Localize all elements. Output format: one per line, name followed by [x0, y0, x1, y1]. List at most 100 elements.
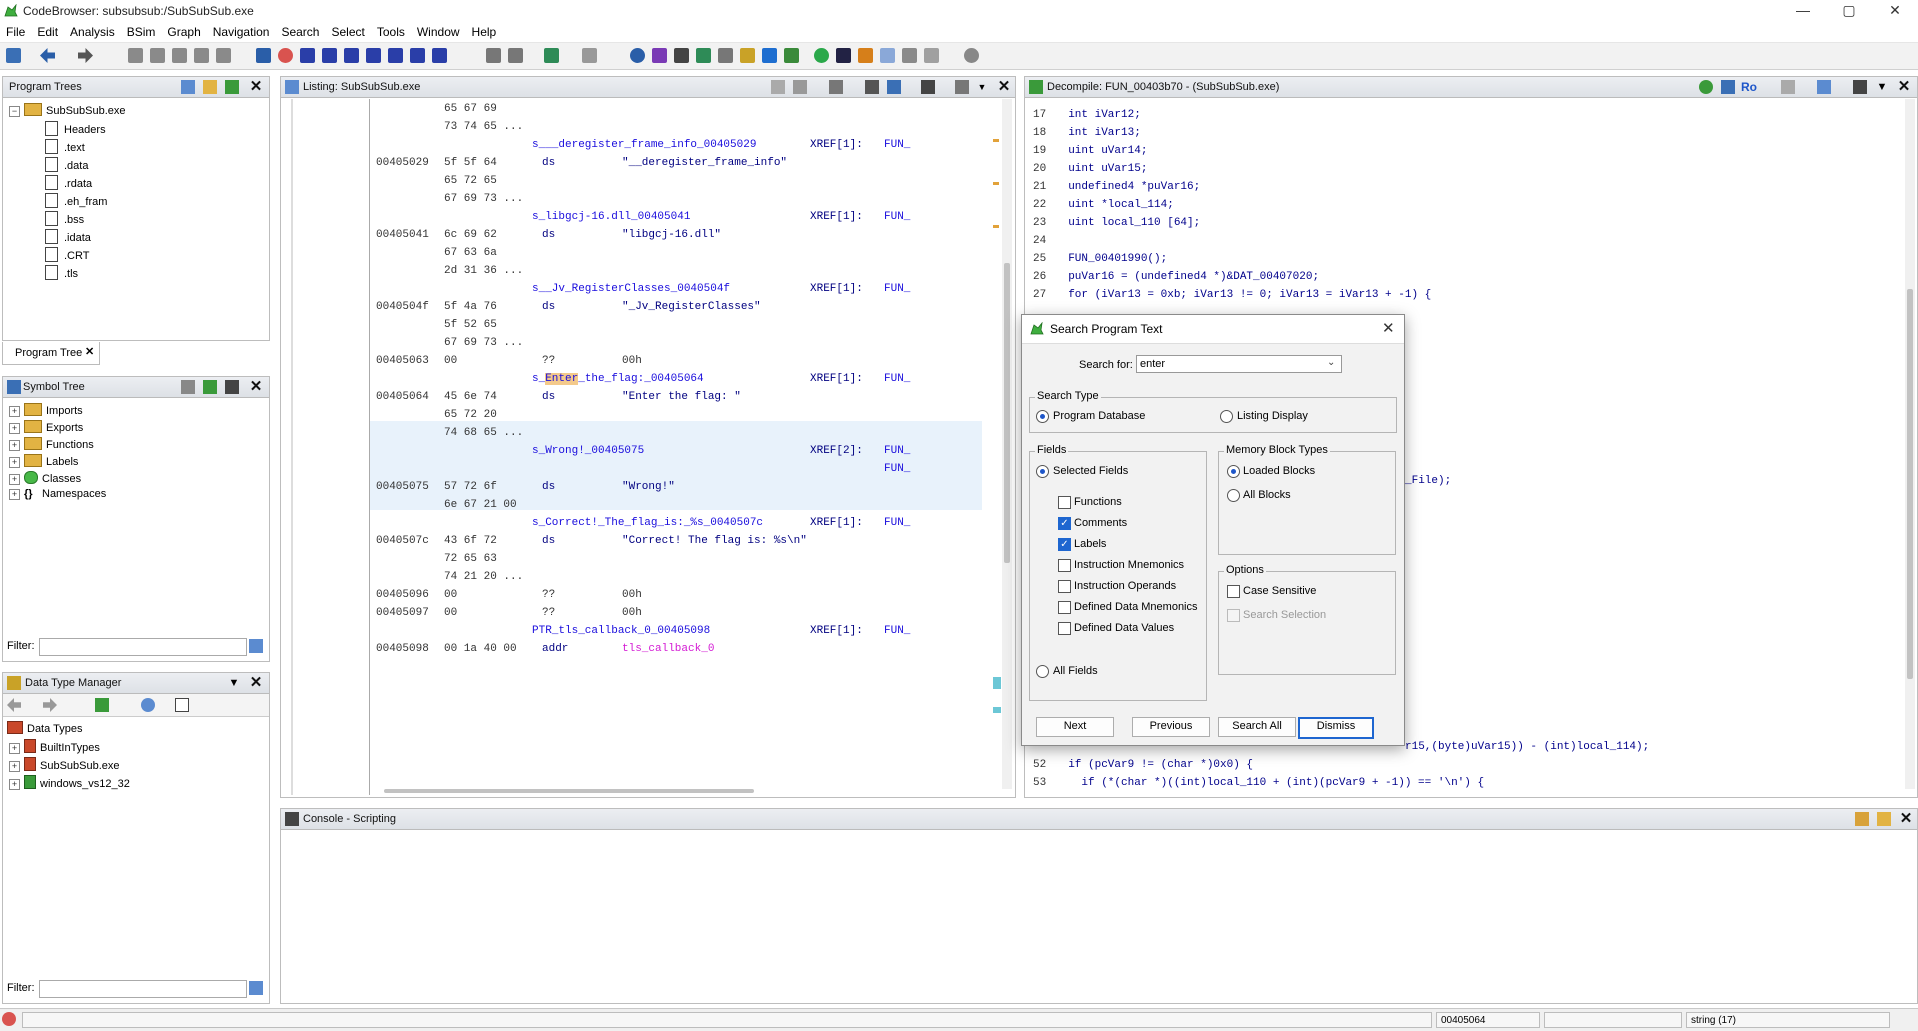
decompile-line[interactable]: 26 puVar16 = (undefined4 *)&DAT_00407020…: [1025, 271, 1885, 286]
graph-icon[interactable]: [1721, 80, 1735, 94]
menu-search[interactable]: Search: [275, 22, 325, 39]
symbol-classes[interactable]: + Classes: [9, 471, 81, 489]
close-icon[interactable]: ✕: [1897, 79, 1911, 94]
filter-options-icon[interactable]: [249, 639, 263, 653]
radio-all-blocks[interactable]: [1227, 489, 1240, 502]
open-folder-icon[interactable]: [203, 80, 217, 94]
symbol-functions[interactable]: + Functions: [9, 437, 94, 455]
d-icon[interactable]: [322, 48, 337, 63]
dtm-builtin[interactable]: + BuiltInTypes: [9, 739, 100, 757]
close-icon[interactable]: ✕: [249, 379, 263, 394]
diff-icon[interactable]: [887, 80, 901, 94]
symbol-exports[interactable]: + Exports: [9, 420, 83, 438]
datatype-icon[interactable]: [740, 48, 755, 63]
close-icon[interactable]: ✕: [1899, 811, 1913, 826]
listing-line[interactable]: 74 21 20 ...: [370, 571, 982, 586]
listing-line[interactable]: s__Jv_RegisterClasses_0040504f XREF[1]: FU…: [370, 283, 982, 298]
listing-vscroll[interactable]: [1002, 99, 1012, 789]
cursor-icon[interactable]: [829, 80, 843, 94]
dtm-windows[interactable]: + windows_vs12_32: [9, 775, 130, 793]
menu-edit[interactable]: Edit: [31, 22, 64, 39]
checkbox-defined-data-values[interactable]: [1058, 622, 1071, 635]
forward-arrow-icon[interactable]: [43, 698, 57, 712]
dtm-root[interactable]: Data Types: [7, 721, 82, 739]
decompile-line[interactable]: 25 FUN_00401990();: [1025, 253, 1885, 268]
collapse-icon[interactable]: [175, 698, 189, 712]
menu-navigation[interactable]: Navigation: [207, 22, 276, 39]
nav-data-icon[interactable]: [150, 48, 165, 63]
new-tree-icon[interactable]: [181, 80, 195, 94]
checkbox-defined-data-mnemonics[interactable]: [1058, 601, 1071, 614]
expand-icon[interactable]: [95, 698, 109, 712]
table-icon[interactable]: [902, 48, 917, 63]
listing-line[interactable]: 00405029 5f 5f 64 ds "__deregister_frame_in…: [370, 157, 982, 172]
stop-icon[interactable]: [278, 48, 293, 63]
check-icon[interactable]: [652, 48, 667, 63]
listing-line[interactable]: 74 68 65 ...: [370, 427, 982, 442]
b-icon[interactable]: [432, 48, 447, 63]
field-editor-icon[interactable]: [865, 80, 879, 94]
listing-line[interactable]: s_Correct!_The_flag_is:_%s_0040507c XREF[…: [370, 517, 982, 532]
menu-analysis[interactable]: Analysis: [64, 22, 121, 39]
menu-tools[interactable]: Tools: [371, 22, 411, 39]
read-only-label[interactable]: Ro: [1741, 80, 1757, 94]
listing-line[interactable]: 00405097 00?? 00h: [370, 607, 982, 622]
checkbox-comments[interactable]: ✓: [1058, 517, 1071, 530]
dismiss-button[interactable]: Dismiss: [1298, 717, 1374, 739]
listing-line[interactable]: 00405096 00?? 00h: [370, 589, 982, 604]
listing-line[interactable]: 67 63 6a: [370, 247, 982, 262]
listing-line[interactable]: 00405064 45 6e 74 ds "Enter the flag: ": [370, 391, 982, 406]
decompile-line[interactable]: 17 int iVar12;: [1025, 109, 1885, 124]
paste-icon[interactable]: [793, 80, 807, 94]
help-icon[interactable]: [964, 48, 979, 63]
down-arrow-icon[interactable]: [256, 48, 271, 63]
radio-all-fields[interactable]: [1036, 665, 1049, 678]
globe-icon[interactable]: [630, 48, 645, 63]
decompile-line[interactable]: 20 uint uVar15;: [1025, 163, 1885, 178]
namespace-icon[interactable]: [181, 380, 195, 394]
i-icon[interactable]: [300, 48, 315, 63]
minimize-button[interactable]: —: [1780, 0, 1826, 22]
tree-icon[interactable]: [924, 48, 939, 63]
decompile-icon[interactable]: [762, 48, 777, 63]
u-icon[interactable]: [344, 48, 359, 63]
checkbox-instruction-mnemonics[interactable]: [1058, 559, 1071, 572]
layout-icon[interactable]: [955, 80, 969, 94]
tree-item-idata[interactable]: .idata: [45, 229, 91, 247]
tree-item-headers[interactable]: Headers: [45, 121, 106, 139]
listing-line[interactable]: 72 65 63: [370, 553, 982, 568]
decompile-line[interactable]: 21 undefined4 *puVar16;: [1025, 181, 1885, 196]
listing-hscroll-thumb[interactable]: [384, 789, 754, 793]
radio-selected-fields[interactable]: [1036, 465, 1049, 478]
decompile-line[interactable]: 23 uint local_110 [64];: [1025, 217, 1885, 232]
filter-options-icon[interactable]: [249, 981, 263, 995]
decompile-vscroll[interactable]: [1905, 99, 1915, 789]
listing-line[interactable]: 6e 67 21 00: [370, 499, 982, 514]
decompile-line[interactable]: 53 if (*(char *)((int)local_110 + (int)(…: [1025, 777, 1885, 789]
lock-icon[interactable]: [1855, 812, 1869, 826]
symbol-imports[interactable]: + Imports: [9, 403, 83, 421]
copy-icon[interactable]: [771, 80, 785, 94]
listing-line[interactable]: 73 74 65 ...: [370, 121, 982, 136]
clipboard-icon[interactable]: [225, 380, 239, 394]
decompile-line[interactable]: 22 uint *local_114;: [1025, 199, 1885, 214]
script-icon[interactable]: [674, 48, 689, 63]
listing-line[interactable]: 0040504f 5f 4a 76 ds "_Jv_RegisterClasses": [370, 301, 982, 316]
edit-icon[interactable]: [1817, 80, 1831, 94]
tab-program-tree[interactable]: Program Tree ✕: [2, 342, 100, 365]
view-icon[interactable]: [225, 80, 239, 94]
scroll-thumb[interactable]: [1907, 289, 1913, 679]
nav-label-icon[interactable]: [216, 48, 231, 63]
listing-line[interactable]: 00405041 6c 69 62 ds "libgcj-16.dll": [370, 229, 982, 244]
listing-line[interactable]: 5f 52 65: [370, 319, 982, 334]
listing-line[interactable]: 0040507c 43 6f 72 ds "Correct! The flag is:…: [370, 535, 982, 550]
forward-arrow-icon[interactable]: [78, 48, 93, 63]
menu-graph[interactable]: Graph: [161, 22, 206, 39]
back-arrow-icon[interactable]: [7, 698, 21, 712]
radio-program-database[interactable]: [1036, 410, 1049, 423]
tree-item-eh-fram[interactable]: .eh_fram: [45, 193, 107, 211]
nav-undefined-icon[interactable]: [194, 48, 209, 63]
listing-line[interactable]: 2d 31 36 ...: [370, 265, 982, 280]
nav-instruction-icon[interactable]: [172, 48, 187, 63]
listing-line[interactable]: 00405075 57 72 6f ds "Wrong!": [370, 481, 982, 496]
